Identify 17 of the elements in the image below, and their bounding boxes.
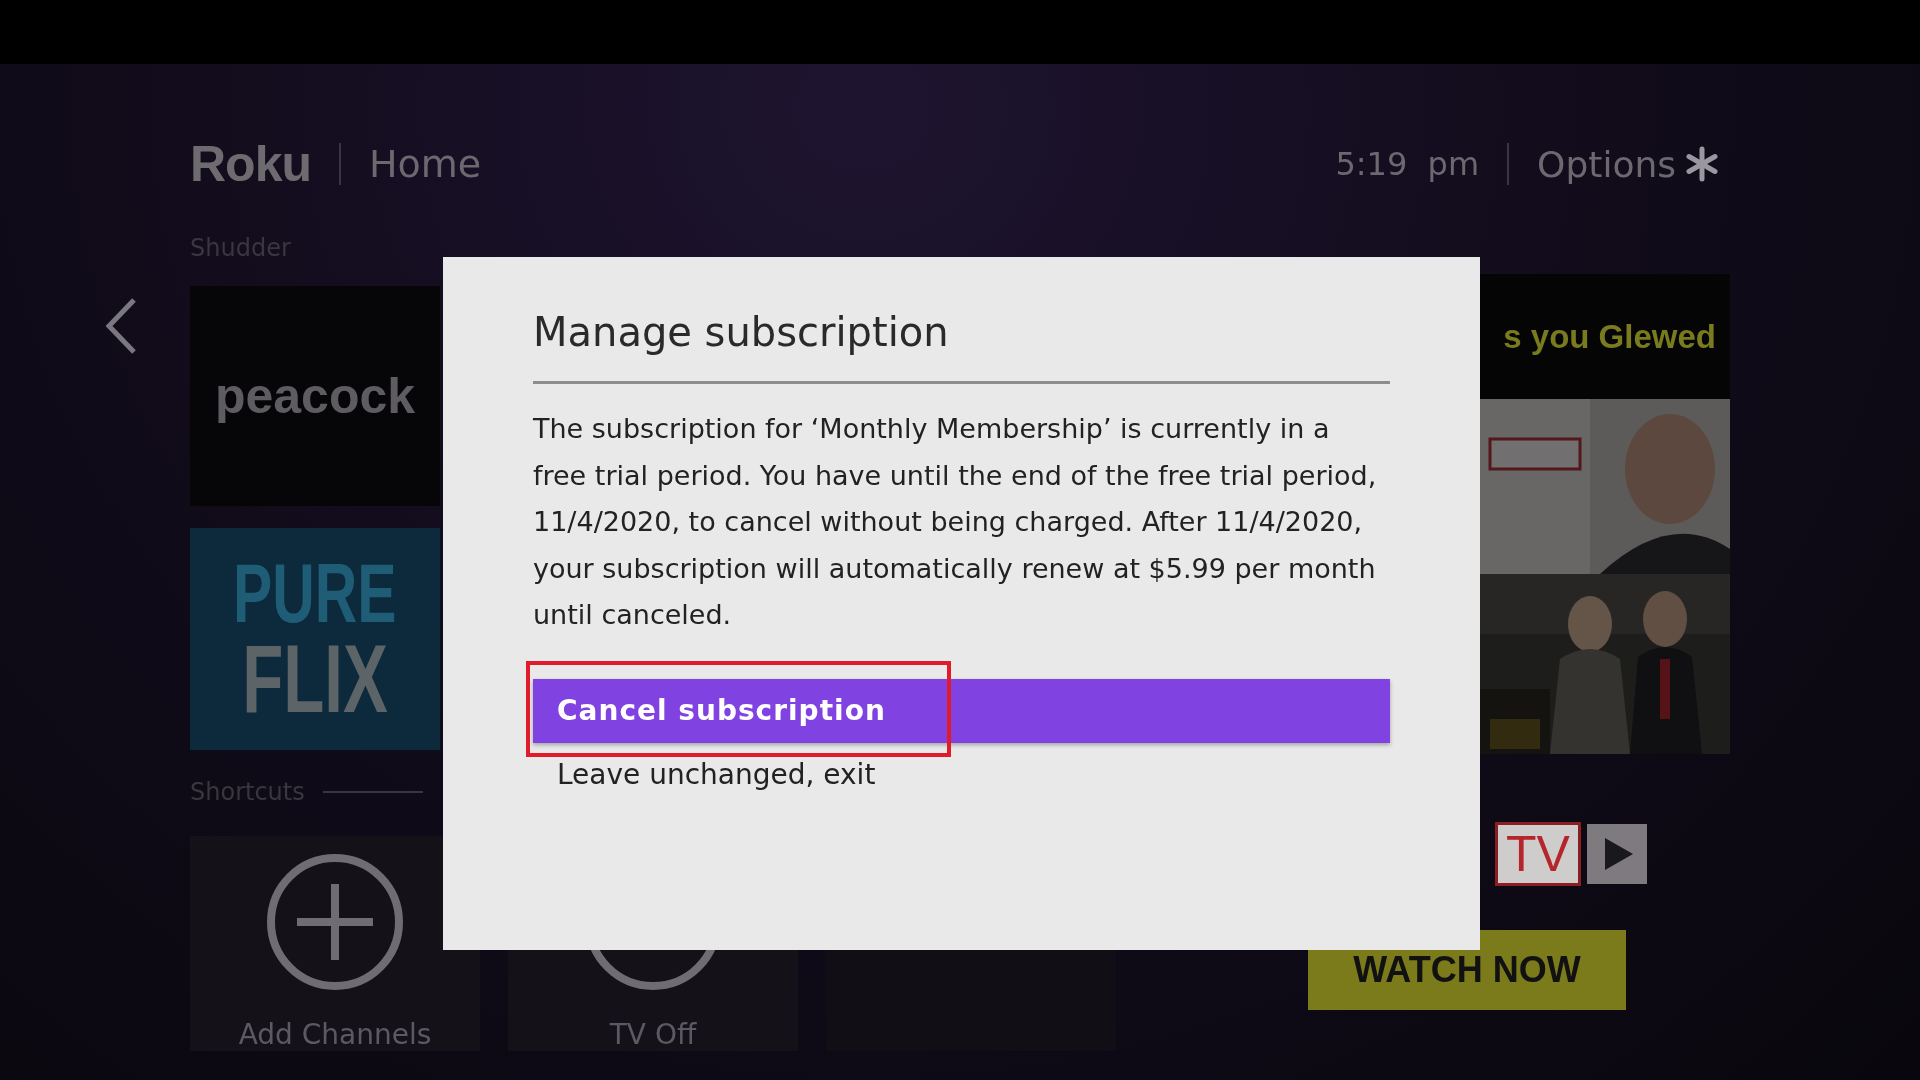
- channel-tile[interactable]: PURE FLIX: [190, 528, 440, 750]
- play-icon: [1586, 824, 1647, 884]
- promo-headline: s you Glewed: [1502, 316, 1717, 357]
- clock-time: 5:19 pm: [1335, 145, 1480, 183]
- roku-logo: Roku: [190, 135, 311, 193]
- plus-circle-icon: [265, 852, 405, 992]
- dialog-message: The subscription for ‘Monthly Membership’ is currently in a free trial period. You have until the end of the free trial period, 11/4/2020, to cancel without being charged. After 11/4/2020, your subscription will automatically renew at $5.99 per month until canceled.: [533, 412, 1378, 632]
- asterisk-icon: [1684, 146, 1720, 182]
- options-label: Options: [1537, 143, 1676, 185]
- shortcut-tile[interactable]: Add Channels: [190, 836, 480, 1051]
- section-title: Home: [369, 142, 482, 186]
- channel-tile[interactable]: peacock: [190, 286, 440, 506]
- dialog-title: Manage subscription: [533, 309, 950, 355]
- dialog-option[interactable]: Leave unchanged, exit: [533, 742, 1390, 807]
- promo-logo-box: TV: [1495, 822, 1581, 886]
- promo-tile[interactable]: s you Glewed: [1480, 274, 1730, 754]
- dialog-option[interactable]: Cancel subscription: [533, 678, 1390, 743]
